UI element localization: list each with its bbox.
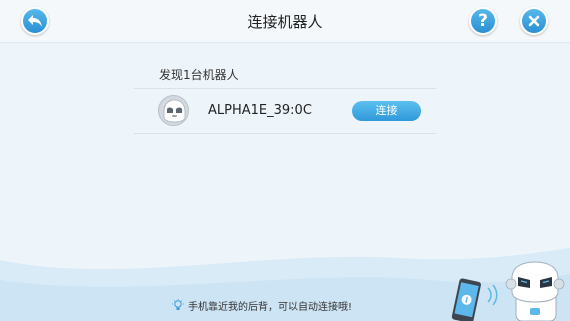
connect-button[interactable]: 连接 <box>352 101 421 121</box>
header-bar: 连接机器人 ? <box>0 0 570 43</box>
close-button[interactable] <box>520 7 548 35</box>
tip-text: 手机靠近我的后背，可以自动连接哦! <box>188 302 353 313</box>
tip-text-row: 手机靠近我的后背，可以自动连接哦! <box>172 298 352 313</box>
robot-list-item: ALPHA1E_39:0C 连接 <box>134 89 436 133</box>
lightbulb-icon <box>172 299 184 310</box>
robot-avatar <box>158 95 189 126</box>
question-icon: ? <box>478 10 488 31</box>
phone-robot-illustration <box>451 261 565 321</box>
divider <box>134 133 436 134</box>
robot-name: ALPHA1E_39:0C <box>208 103 312 118</box>
help-button[interactable]: ? <box>469 7 497 35</box>
found-robots-label: 发现1台机器人 <box>159 68 239 82</box>
close-icon <box>528 15 540 27</box>
